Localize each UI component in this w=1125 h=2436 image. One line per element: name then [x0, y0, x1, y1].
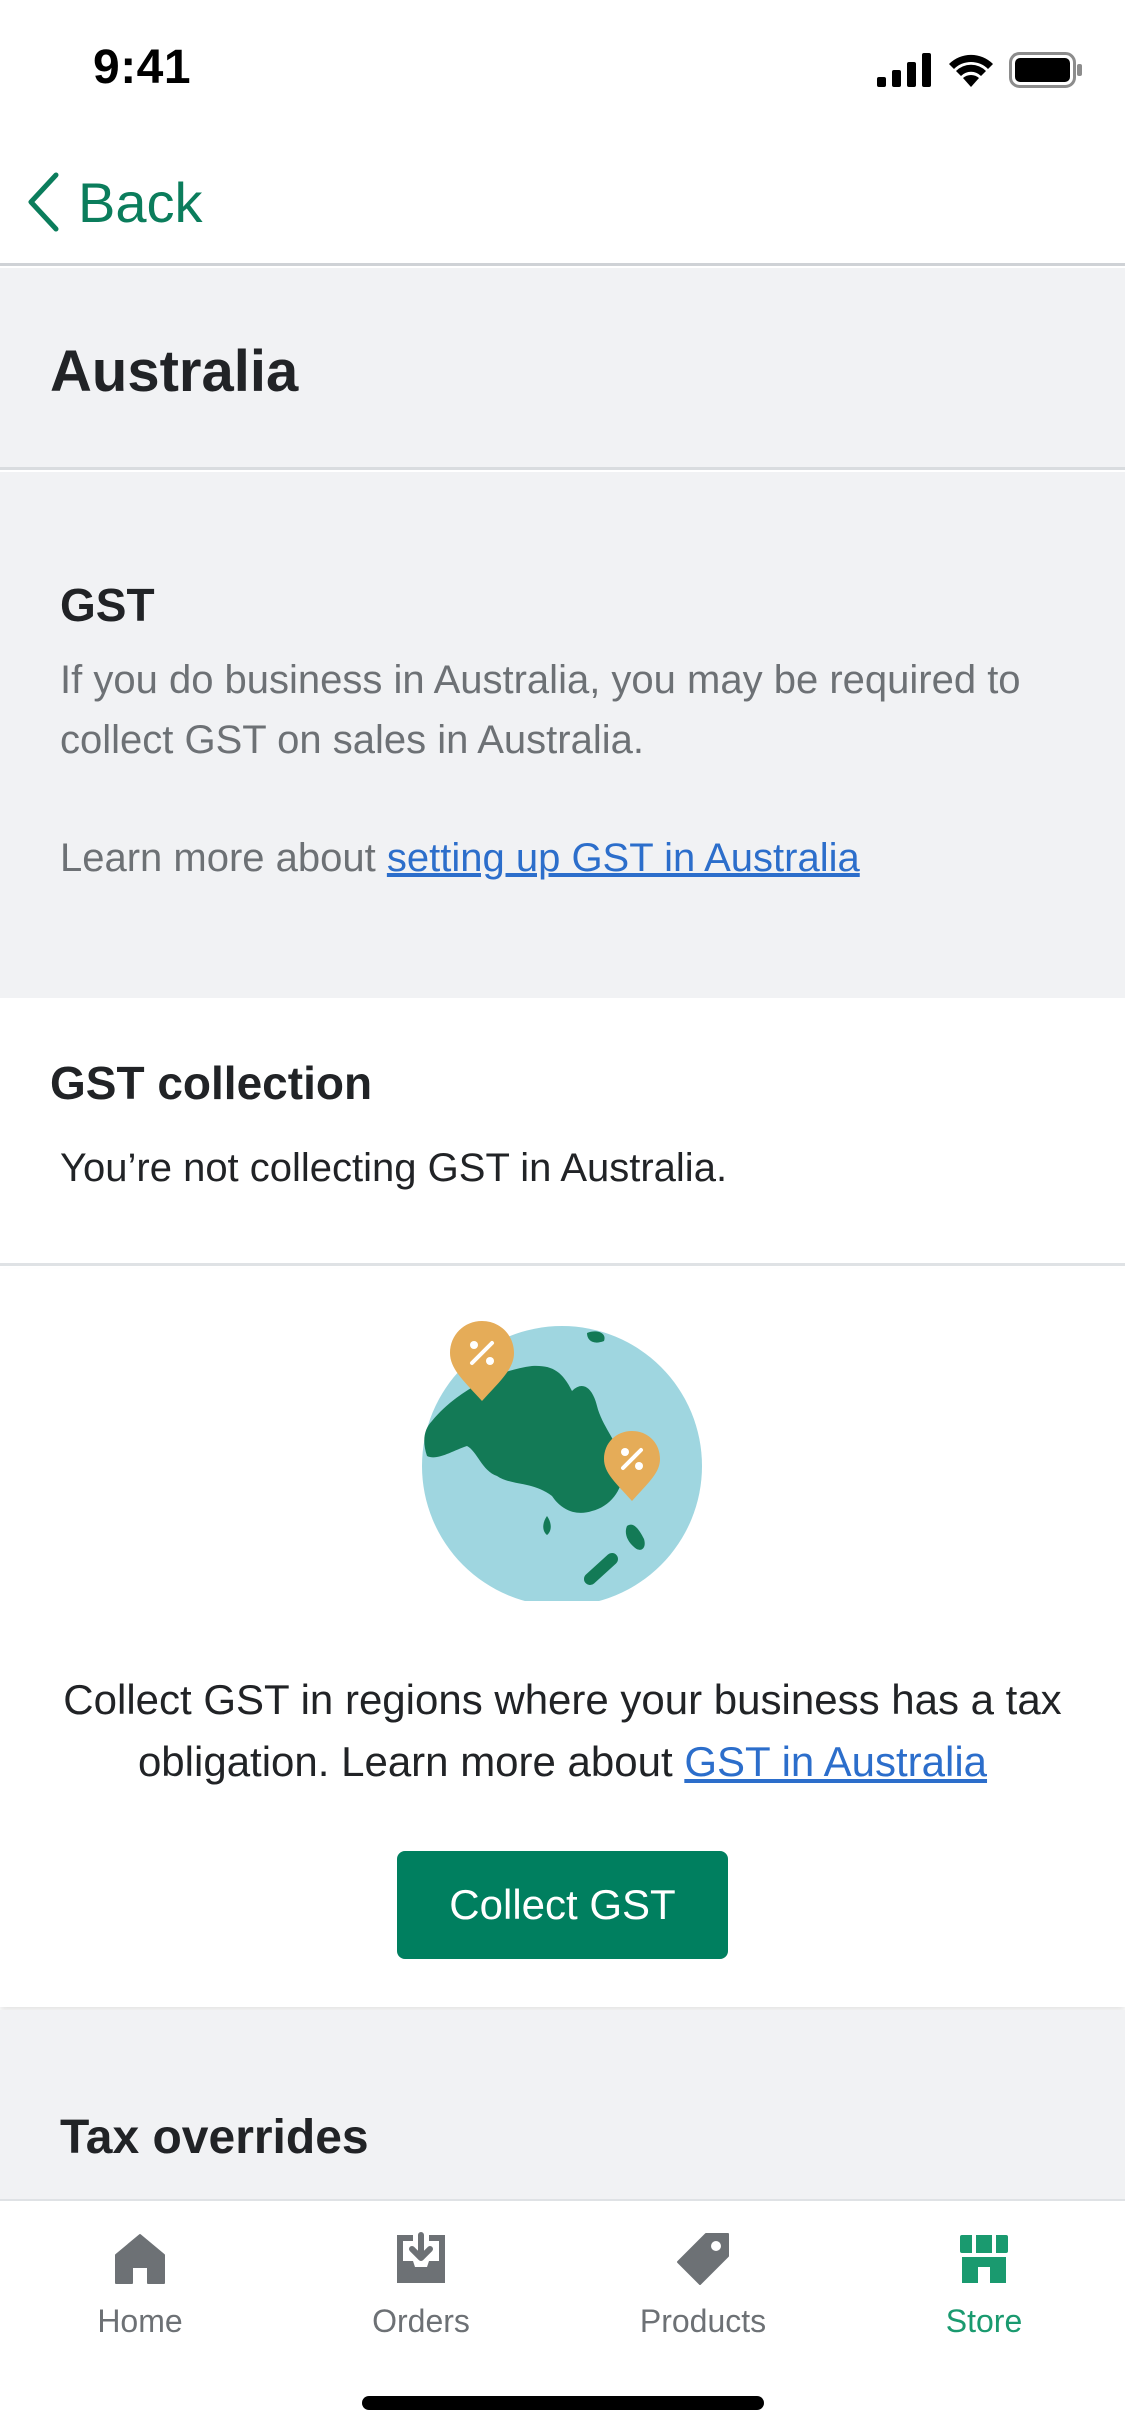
- gst-info-section: GST If you do business in Australia, you…: [0, 472, 1125, 998]
- setting-up-gst-link[interactable]: setting up GST in Australia: [387, 836, 860, 880]
- gst-description: If you do business in Australia, you may…: [60, 658, 1021, 762]
- home-indicator: [362, 2396, 764, 2410]
- gst-in-australia-link[interactable]: GST in Australia: [684, 1738, 987, 1785]
- gst-collection-heading: GST collection: [50, 1057, 373, 1109]
- gst-learn-prefix: Learn more about: [60, 836, 387, 880]
- back-button[interactable]: Back: [26, 162, 203, 242]
- status-icons: [877, 50, 1083, 90]
- back-label: Back: [78, 170, 203, 234]
- tab-products[interactable]: Products: [603, 2229, 803, 2359]
- tab-products-label: Products: [639, 2303, 767, 2339]
- wifi-icon: [949, 54, 993, 87]
- tab-orders-label: Orders: [372, 2303, 470, 2339]
- navigation-bar: Back: [0, 140, 1125, 266]
- tag-icon: [673, 2229, 733, 2289]
- home-icon: [110, 2229, 170, 2289]
- tab-home-label: Home: [97, 2303, 183, 2339]
- globe-illustration: [422, 1321, 702, 1601]
- tab-orders[interactable]: Orders: [321, 2229, 521, 2359]
- tax-overrides-section: Tax overrides: [0, 2010, 1125, 2200]
- battery-icon: [1009, 52, 1082, 88]
- collect-gst-button[interactable]: Collect GST: [397, 1851, 728, 1959]
- tab-store[interactable]: Store: [884, 2229, 1084, 2359]
- collect-gst-card: Collect GST in regions where your busine…: [0, 1269, 1125, 2007]
- status-time: 9:41: [93, 41, 192, 94]
- page-header: Australia: [0, 268, 1125, 470]
- store-icon: [954, 2229, 1014, 2289]
- cellular-signal-icon: [877, 53, 931, 87]
- tax-overrides-heading: Tax overrides: [60, 2111, 369, 2164]
- gst-collection-status: You’re not collecting GST in Australia.: [60, 1146, 728, 1190]
- status-bar: 9:41: [0, 0, 1125, 140]
- chevron-left-icon: [28, 172, 59, 232]
- gst-learn-more: Learn more about setting up GST in Austr…: [60, 828, 860, 888]
- gst-heading: GST: [60, 579, 155, 631]
- collect-gst-description: Collect GST in regions where your busine…: [30, 1669, 1095, 1793]
- gst-collection-card: GST collection You’re not collecting GST…: [0, 998, 1125, 1266]
- orders-icon: [391, 2229, 451, 2289]
- tab-home[interactable]: Home: [40, 2229, 240, 2359]
- tab-store-label: Store: [945, 2303, 1023, 2339]
- page-title: Australia: [50, 339, 299, 404]
